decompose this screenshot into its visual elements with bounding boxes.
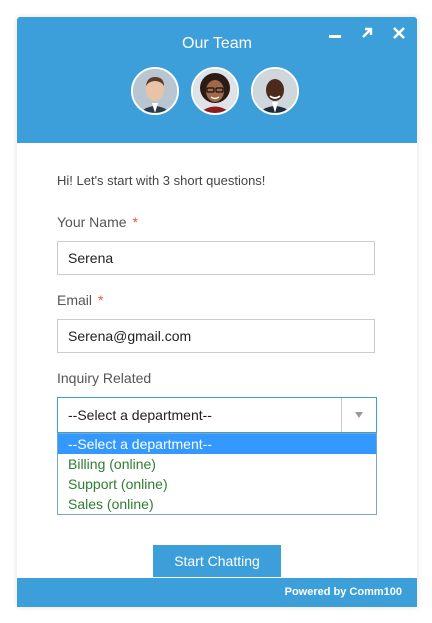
intro-text: Hi! Let's start with 3 short questions! [57, 173, 266, 188]
department-select[interactable]: --Select a department-- [57, 397, 377, 433]
dropdown-arrow-icon[interactable] [341, 398, 376, 432]
required-mark: * [132, 214, 138, 230]
department-selected-value: --Select a department-- [68, 407, 212, 423]
chat-header: Our Team [17, 17, 417, 143]
inquiry-label: Inquiry Related [57, 370, 152, 386]
popout-icon[interactable] [357, 23, 377, 43]
department-option[interactable]: Billing (online) [58, 454, 376, 474]
email-label: Email * [57, 292, 103, 308]
powered-by-footer[interactable]: Powered by Comm100 [17, 578, 417, 607]
department-dropdown-list: --Select a department-- Billing (online)… [57, 433, 377, 515]
department-option[interactable]: --Select a department-- [58, 434, 376, 454]
email-label-text: Email [57, 292, 93, 308]
chat-widget: Our Team Hi! Let's start with 3 short qu… [17, 17, 417, 607]
name-label: Your Name * [57, 214, 138, 230]
close-icon[interactable] [389, 23, 409, 43]
start-chatting-button[interactable]: Start Chatting [153, 545, 281, 577]
agent-avatar-2 [191, 67, 239, 115]
agent-avatar-1 [131, 67, 179, 115]
name-field[interactable]: Serena [57, 241, 375, 275]
department-option[interactable]: Support (online) [58, 474, 376, 494]
email-field[interactable]: Serena@gmail.com [57, 319, 375, 353]
name-label-text: Your Name [57, 214, 127, 230]
agent-avatar-3 [251, 67, 299, 115]
minimize-icon[interactable] [325, 23, 345, 43]
required-mark: * [98, 292, 104, 308]
department-option[interactable]: Sales (online) [58, 494, 376, 514]
